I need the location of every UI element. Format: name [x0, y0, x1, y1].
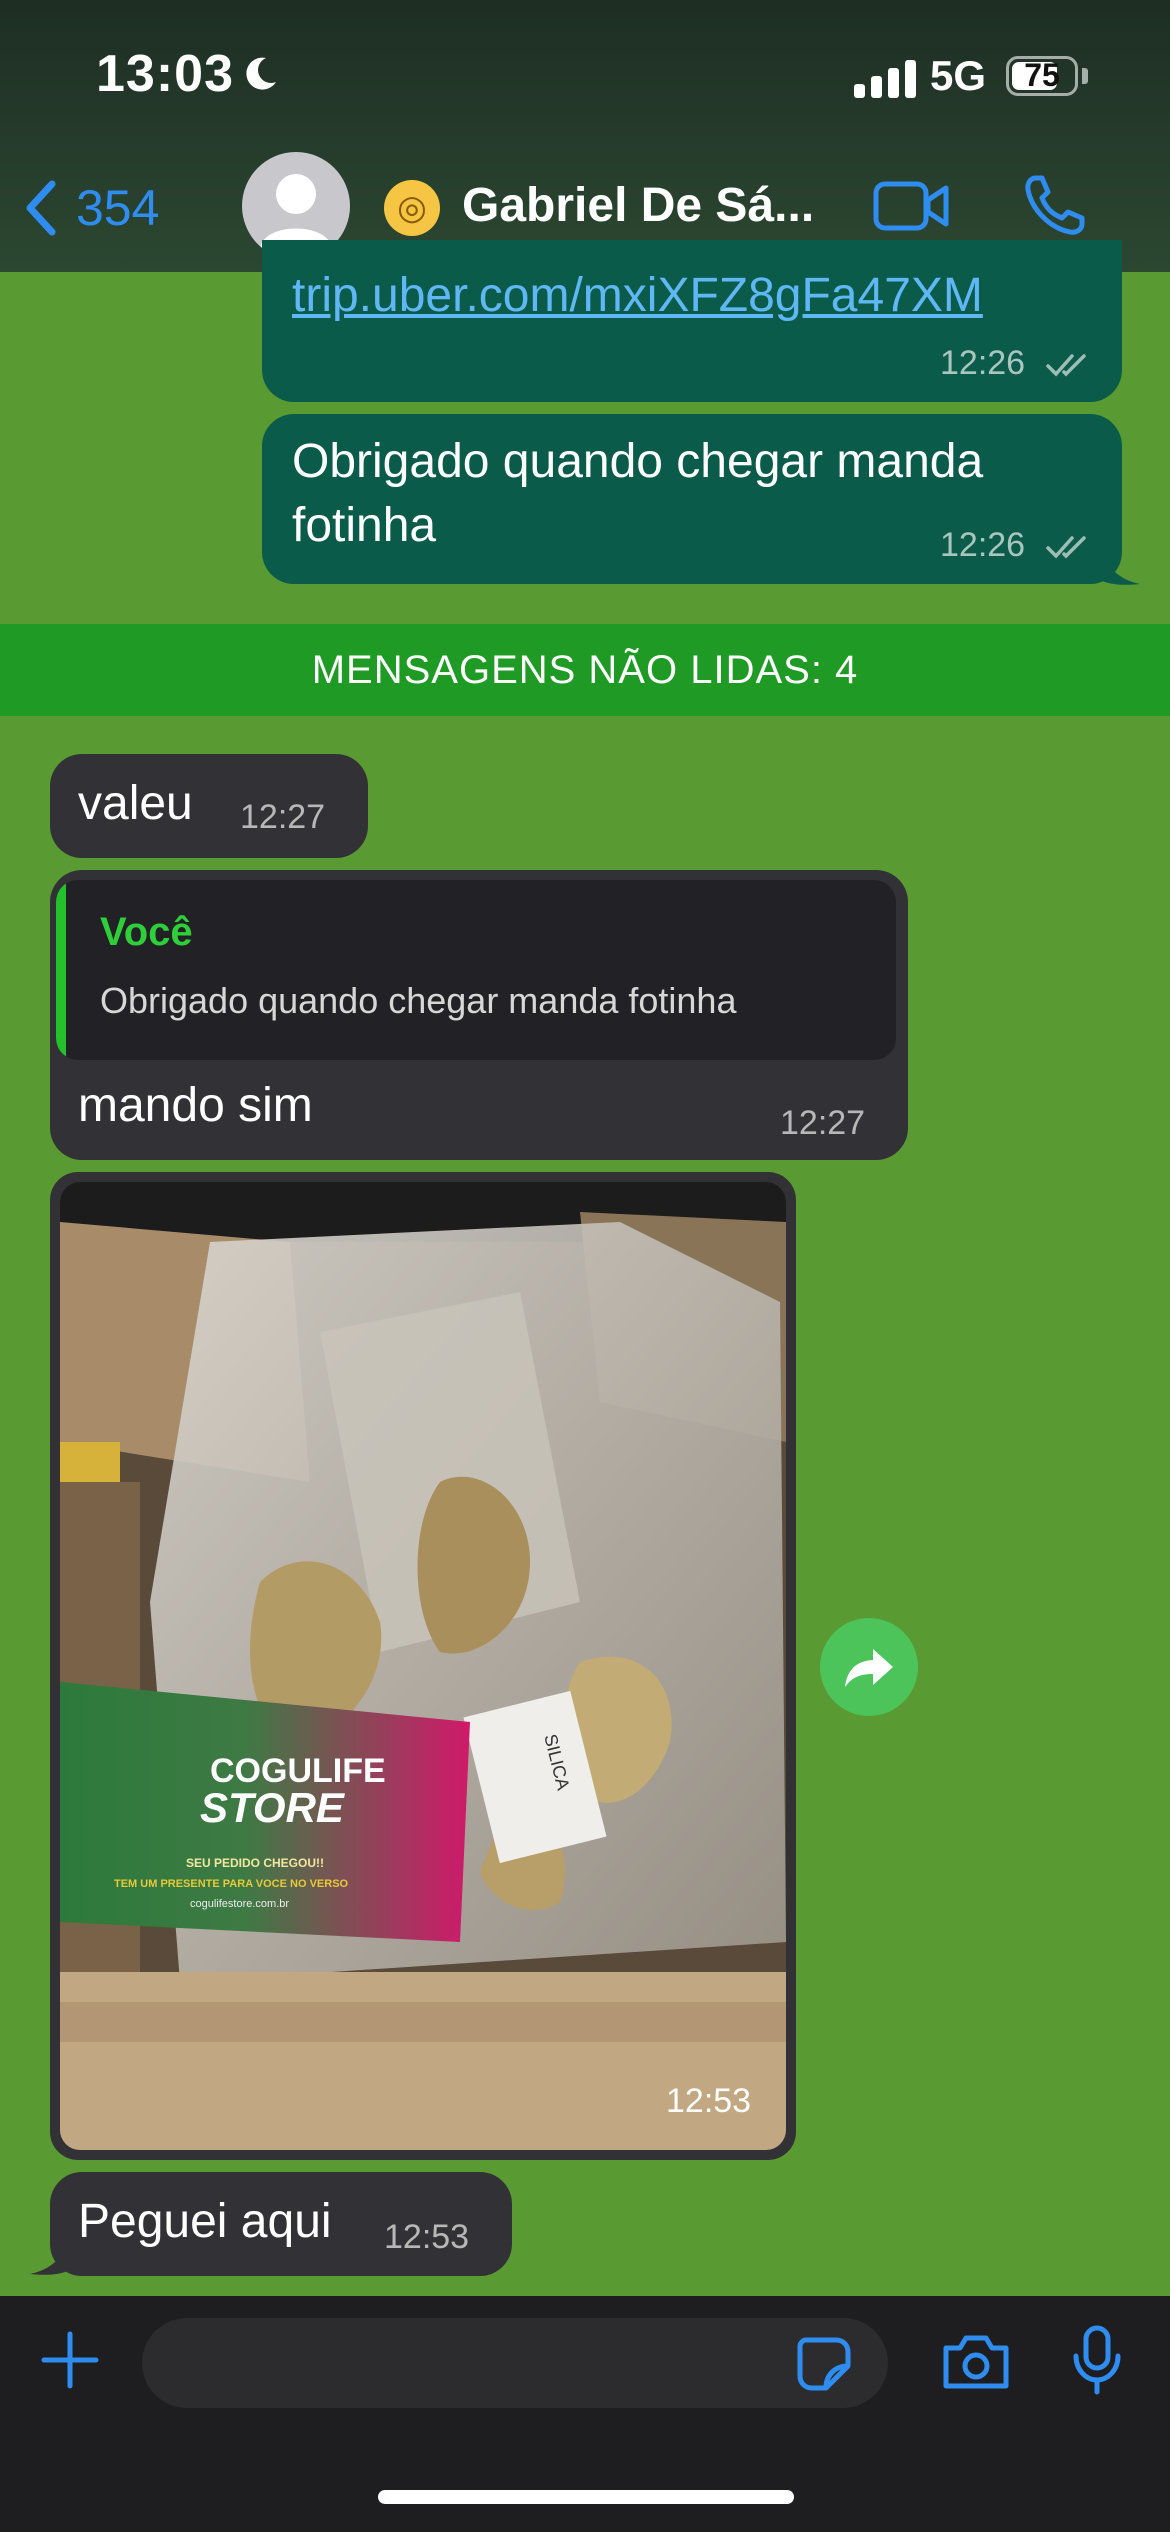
phone-icon[interactable] — [1022, 172, 1088, 238]
camera-icon[interactable] — [940, 2332, 1012, 2392]
forward-arrow-icon — [845, 1649, 893, 1687]
quoted-message[interactable]: Você Obrigado quando chegar manda fotinh… — [56, 880, 896, 1060]
card-brand-line2: STORE — [200, 1784, 346, 1831]
package-photo: SILICA COGULIFE STORE SEU PEDIDO CHEGOU!… — [60, 1182, 786, 2150]
chevron-left-icon — [26, 180, 56, 236]
double-check-icon — [1046, 536, 1086, 559]
moon-icon — [246, 57, 276, 90]
message-time: 12:27 — [240, 798, 326, 836]
battery-icon: 75 — [1006, 56, 1078, 96]
message-time: 12:53 — [666, 2082, 752, 2120]
contact-name[interactable]: Gabriel De Sá... — [462, 178, 814, 233]
back-button[interactable]: 354 — [24, 172, 159, 244]
message-text: Peguei aqui — [78, 2195, 332, 2248]
signal-icon — [854, 58, 916, 98]
message-outgoing[interactable]: Obrigado quando chegar manda fotinha 12:… — [262, 414, 1122, 584]
battery-percent: 75 — [1024, 57, 1060, 93]
message-time: 12:53 — [384, 2218, 470, 2256]
plus-icon[interactable] — [40, 2330, 100, 2390]
network-label: 5G — [930, 52, 987, 99]
dizzy-face-icon: ◎ — [384, 180, 440, 236]
bubble-tail — [1100, 546, 1140, 585]
message-incoming[interactable]: Peguei aqui 12:53 — [50, 2172, 512, 2276]
message-text: mando sim — [78, 1079, 313, 1132]
sticker-icon[interactable] — [796, 2336, 852, 2392]
message-text: Obrigado quando chegar manda fotinha — [292, 435, 984, 552]
message-incoming[interactable]: valeu 12:27 — [50, 754, 368, 858]
photo[interactable]: SILICA COGULIFE STORE SEU PEDIDO CHEGOU!… — [60, 1182, 786, 2150]
message-input[interactable] — [142, 2318, 888, 2408]
message-outgoing[interactable]: trip.uber.com/mxiXFZ8gFa47XM 12:26 — [262, 240, 1122, 402]
double-check-icon — [1046, 354, 1086, 377]
status-time: 13:03 — [96, 45, 234, 103]
card-tagline: SEU PEDIDO CHEGOU!! — [186, 1856, 324, 1870]
home-indicator[interactable] — [378, 2490, 794, 2504]
back-count: 354 — [76, 180, 160, 236]
microphone-icon[interactable] — [1072, 2324, 1122, 2396]
card-subtitle: TEM UM PRESENTE PARA VOCE NO VERSO — [114, 1878, 349, 1890]
quote-text: Obrigado quando chegar manda fotinha — [100, 980, 737, 1021]
message-link[interactable]: trip.uber.com/mxiXFZ8gFa47XM — [292, 268, 983, 323]
message-time: 12:26 — [940, 344, 1026, 382]
battery-tip — [1082, 68, 1088, 84]
message-time: 12:26 — [940, 526, 1026, 564]
message-text: valeu — [78, 777, 193, 830]
unread-divider: MENSAGENS NÃO LIDAS: 4 — [0, 624, 1170, 716]
forward-button[interactable] — [820, 1618, 918, 1716]
video-call-icon[interactable] — [872, 176, 950, 236]
quote-author: Você — [100, 910, 193, 954]
bubble-tail — [30, 2236, 70, 2275]
message-time: 12:27 — [780, 1104, 866, 1142]
quote-accent-bar — [56, 880, 66, 1060]
card-site: cogulifestore.com.br — [190, 1898, 289, 1910]
